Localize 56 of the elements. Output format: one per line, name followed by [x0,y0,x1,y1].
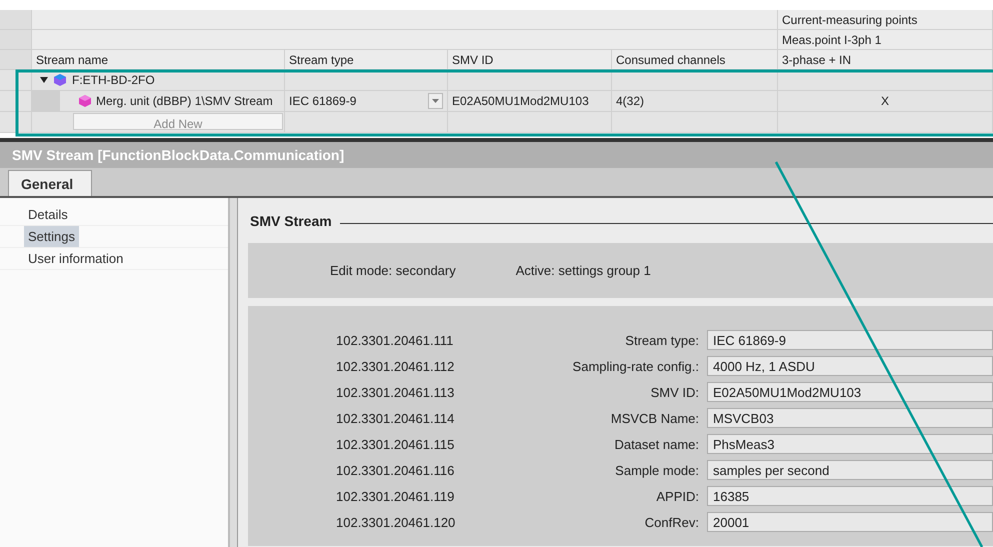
column-header[interactable]: Stream type [285,50,448,70]
table-cell: 4(32) [612,91,778,112]
splitter[interactable] [228,198,238,547]
edit-mode-text: Edit mode: secondary [330,263,456,278]
collapse-icon[interactable] [40,77,48,83]
table-cell: X [778,91,993,112]
input-field[interactable]: 4000 Hz, 1 ASDU [707,356,993,376]
input-field[interactable]: samples per second [707,460,993,480]
dropdown-button[interactable] [428,93,443,109]
panel-title: SMV Stream [FunctionBlockData.Communication] [0,142,993,168]
input-field[interactable]: 16385 [707,486,993,506]
row-header [0,50,32,70]
nav-item[interactable]: User information [24,248,128,269]
field-label: APPID: [655,488,700,504]
row-header [0,30,32,50]
nav-item[interactable]: Settings [24,226,79,247]
input-field[interactable]: PhsMeas3 [707,434,993,454]
column-header[interactable]: SMV ID [448,50,612,70]
tree-item-label[interactable]: F:ETH-BD-2FO [72,70,155,90]
input-field[interactable]: MSVCB03 [707,408,993,428]
table-cell: E02A50MU1Mod2MU103 [448,91,612,112]
parameter-id: 102.3301.20461.114 [335,410,456,426]
cube-icon [78,94,92,108]
tree-item-label[interactable]: Merg. unit (dBBP) 1\SMV Stream [96,91,273,111]
parameter-id: 102.3301.20461.112 [335,358,456,374]
input-field[interactable]: E02A50MU1Mod2MU103 [707,382,993,402]
tab[interactable]: General [8,170,92,196]
column-header[interactable]: Stream name [32,50,285,70]
parameter-id: 102.3301.20461.113 [335,384,456,400]
row-header [0,10,32,30]
cube-icon [53,73,67,87]
parameter-id: 102.3301.20461.115 [335,436,456,452]
column-header[interactable]: 3-phase + IN [778,50,993,70]
input-field[interactable]: IEC 61869-9 [707,330,993,350]
field-label: Dataset name: [613,436,700,452]
column-group-header: Current-measuring points [778,10,993,30]
section-title: SMV Stream [249,212,332,228]
field-label: SMV ID: [650,384,700,400]
field-label: Sampling-rate config.: [572,358,700,374]
cell-text: IEC 61869-9 [289,92,356,110]
column-group-header: Meas.point I-3ph 1 [778,30,993,50]
caret-icon [432,99,439,103]
row-header[interactable] [0,91,32,112]
field-label: Stream type: [624,332,700,348]
parameter-id: 102.3301.20461.111 [335,332,454,348]
column-header[interactable]: Consumed channels [612,50,778,70]
active-group-text: Active: settings group 1 [516,263,651,278]
field-label: Sample mode: [614,462,700,478]
parameter-id: 102.3301.20461.116 [335,462,456,478]
nav-item[interactable]: Details [24,204,72,225]
field-label: MSVCB Name: [610,410,700,426]
row-header[interactable] [0,112,32,133]
parameter-id: 102.3301.20461.120 [335,514,456,530]
parameter-id: 102.3301.20461.119 [335,488,456,504]
input-field[interactable]: 20001 [707,512,993,532]
field-label: ConfRev: [644,514,700,530]
